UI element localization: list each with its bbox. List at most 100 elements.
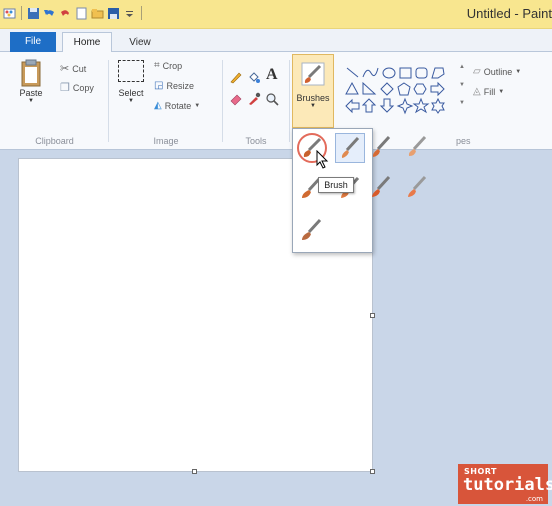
- watercolor-brush-icon: [302, 218, 322, 240]
- scissors-icon: ✂: [60, 63, 70, 75]
- paint-app-icon[interactable]: [3, 7, 16, 20]
- rotate-dropdown-arrow[interactable]: ▼: [194, 103, 200, 109]
- outline-label: Outline: [483, 66, 513, 77]
- color-picker-icon[interactable]: [247, 92, 261, 106]
- polygon-shape-icon: [431, 67, 445, 79]
- outline-dropdown-arrow: ▼: [515, 68, 522, 75]
- right-arrow-shape-icon: [430, 81, 445, 97]
- brush-option-calligraphy-2[interactable]: [366, 132, 396, 162]
- calligraphy-brush-2-icon: [372, 135, 391, 157]
- select-icon: [118, 60, 144, 82]
- brush-icon: [301, 62, 325, 86]
- watermark-suffix: .com: [525, 495, 543, 503]
- cut-label: Cut: [72, 63, 87, 74]
- copy-icon: ❐: [60, 82, 70, 94]
- crop-label: Crop: [162, 60, 183, 71]
- group-separator: [108, 60, 109, 142]
- copy-label: Copy: [72, 82, 94, 93]
- brushes-label: Brushes: [296, 93, 330, 103]
- select-label: Select: [118, 88, 144, 98]
- resize-label: Resize: [166, 80, 194, 91]
- quick-access-toolbar: [3, 6, 144, 20]
- save-as-icon[interactable]: [107, 7, 120, 20]
- paste-dropdown-arrow[interactable]: ▼: [16, 98, 46, 104]
- shapes-expand[interactable]: ▼: [459, 100, 465, 106]
- brushes-button[interactable]: Brushes ▼: [292, 54, 334, 128]
- shapes-scroll-down[interactable]: ▼: [459, 82, 465, 88]
- resize-icon: ◲: [154, 80, 164, 91]
- open-icon[interactable]: [91, 7, 104, 20]
- crop-button[interactable]: ⌗ Crop: [154, 60, 182, 71]
- marker-icon: [372, 175, 391, 197]
- shapes-gallery[interactable]: [344, 64, 458, 116]
- new-icon[interactable]: [75, 7, 88, 20]
- paste-icon: [21, 59, 41, 87]
- tab-file[interactable]: File: [10, 32, 56, 52]
- undo-icon[interactable]: [43, 7, 56, 20]
- five-point-star-shape-icon: [412, 97, 430, 114]
- brush-option-marker[interactable]: [366, 172, 396, 202]
- resize-handle-corner[interactable]: [370, 469, 375, 474]
- ribbon: Paste ▼ ✂ Cut ❐ Copy Clipboard Select ▼ …: [0, 52, 552, 150]
- copy-button[interactable]: ❐ Copy: [60, 81, 94, 94]
- fill-dropdown-arrow: ▼: [498, 88, 505, 95]
- resize-handle-right[interactable]: [370, 313, 375, 318]
- save-icon[interactable]: [27, 7, 40, 20]
- select-dropdown-arrow[interactable]: ▼: [114, 98, 148, 104]
- window-title: Untitled - Paint: [466, 6, 552, 21]
- qat-separator: [21, 6, 22, 20]
- customize-qat-icon[interactable]: [123, 7, 136, 20]
- image-group: Select ▼ ⌗ Crop ◲ Resize ◭ Rotate ▼ Imag…: [110, 56, 222, 148]
- natural-pencil-icon: [408, 175, 427, 197]
- right-triangle-shape-icon: [362, 81, 377, 95]
- watermark-logo: SHORT tutorials .com: [458, 464, 552, 504]
- fill-bucket-icon[interactable]: [247, 70, 261, 84]
- diamond-shape-icon: [380, 82, 394, 96]
- brush-option-watercolor[interactable]: [297, 215, 327, 245]
- shapes-scroll-up[interactable]: ▲: [459, 64, 465, 70]
- group-separator: [222, 60, 223, 142]
- rotate-icon: ◭: [154, 100, 162, 111]
- up-arrow-shape-icon: [361, 98, 377, 113]
- pencil-icon[interactable]: [229, 70, 243, 84]
- rotate-label: Rotate: [164, 100, 192, 111]
- brushes-dropdown-arrow[interactable]: ▼: [293, 103, 333, 109]
- resize-handle-bottom[interactable]: [192, 469, 197, 474]
- curve-shape-icon: [362, 67, 379, 78]
- fill-label: Fill: [483, 86, 496, 97]
- ribbon-tabs: File Home View: [0, 29, 552, 52]
- down-arrow-shape-icon: [379, 98, 395, 113]
- watermark-main: tutorials: [463, 475, 552, 495]
- rotate-button[interactable]: ◭ Rotate ▼: [154, 100, 200, 111]
- rectangle-shape-icon: [399, 67, 412, 79]
- title-bar: Untitled - Paint: [0, 0, 552, 29]
- brush-option-natural-pencil[interactable]: [402, 172, 432, 202]
- tools-group-label: Tools: [245, 136, 267, 146]
- image-group-label: Image: [153, 136, 179, 146]
- pentagon-shape-icon: [397, 82, 411, 96]
- left-arrow-shape-icon: [345, 98, 360, 114]
- select-button[interactable]: Select ▼: [114, 60, 148, 104]
- qat-separator: [141, 6, 142, 20]
- text-icon[interactable]: A: [266, 66, 278, 84]
- brush-option-calligraphy-1[interactable]: [335, 133, 365, 163]
- brush-option-airbrush[interactable]: [402, 132, 432, 162]
- fill-icon: ◬: [473, 86, 481, 97]
- fill-button[interactable]: ◬ Fill ▼: [473, 86, 504, 97]
- tools-group: A Tools: [224, 56, 288, 148]
- clipboard-group-label: Clipboard: [35, 136, 74, 146]
- eraser-icon[interactable]: [229, 92, 243, 106]
- tab-home[interactable]: Home: [62, 32, 112, 52]
- airbrush-icon: [408, 135, 427, 156]
- shapes-group-label: pes: [456, 136, 471, 146]
- outline-button[interactable]: ▱ Outline ▼: [473, 66, 521, 77]
- clipboard-group: Paste ▼ ✂ Cut ❐ Copy Clipboard: [2, 56, 107, 148]
- resize-button[interactable]: ◲ Resize: [154, 80, 194, 91]
- cut-button[interactable]: ✂ Cut: [60, 62, 86, 75]
- magnifier-icon[interactable]: [265, 92, 279, 106]
- redo-icon[interactable]: [59, 7, 72, 20]
- rounded-rectangle-shape-icon: [415, 67, 428, 79]
- tab-view[interactable]: View: [122, 33, 158, 52]
- paste-button[interactable]: Paste ▼: [16, 58, 46, 104]
- outline-icon: ▱: [473, 66, 481, 77]
